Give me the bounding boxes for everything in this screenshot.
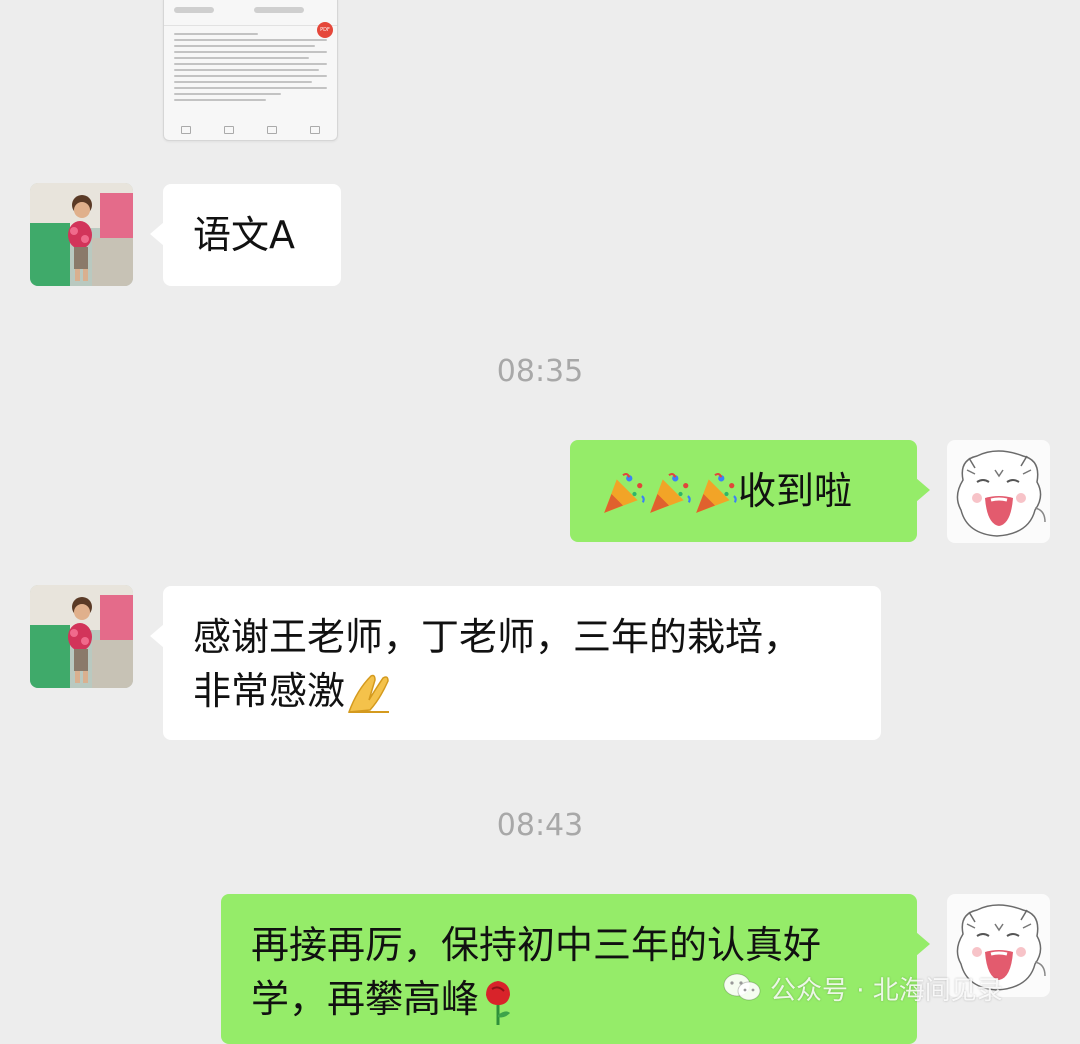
party-popper-icon [695,472,737,514]
message-text-line: 再接再厉，保持初中三年的认真好 [251,923,822,967]
file-preview-header [164,0,337,26]
rose-icon [486,980,511,1025]
file-preview-nav [164,126,337,136]
message-bubble[interactable]: 感谢王老师，丁老师，三年的栽培， 非常感激 [150,586,881,740]
watermark: 公众号 · 北海间见录 [722,966,1003,1010]
party-popper-icon [603,472,645,514]
message-text-line: 学，再攀高峰 [251,977,480,1021]
avatar[interactable] [30,183,133,286]
file-preview-text [174,33,327,105]
avatar[interactable] [947,440,1050,543]
message-text: 收到啦 [738,469,853,513]
message-bubble[interactable]: 语文A [150,184,341,286]
wechat-icon [723,973,761,1001]
preview-tab-chip [174,7,214,13]
message-text-line: 非常感激 [193,669,346,713]
party-popper-icon [649,472,691,514]
folded-hands-icon [347,674,390,713]
message-text-line: 感谢王老师，丁老师，三年的栽培， [193,615,802,659]
avatar[interactable] [30,585,133,688]
message-bubble[interactable]: 收到啦 [570,440,930,542]
preview-tab-chip [254,7,304,13]
message-text: 语文A [193,213,295,257]
watermark-text: 公众号 · 北海间见录 [770,975,1003,1006]
file-preview-card[interactable]: PDF [163,0,338,141]
timestamp: 08:43 [496,808,584,843]
timestamp: 08:35 [496,354,584,389]
